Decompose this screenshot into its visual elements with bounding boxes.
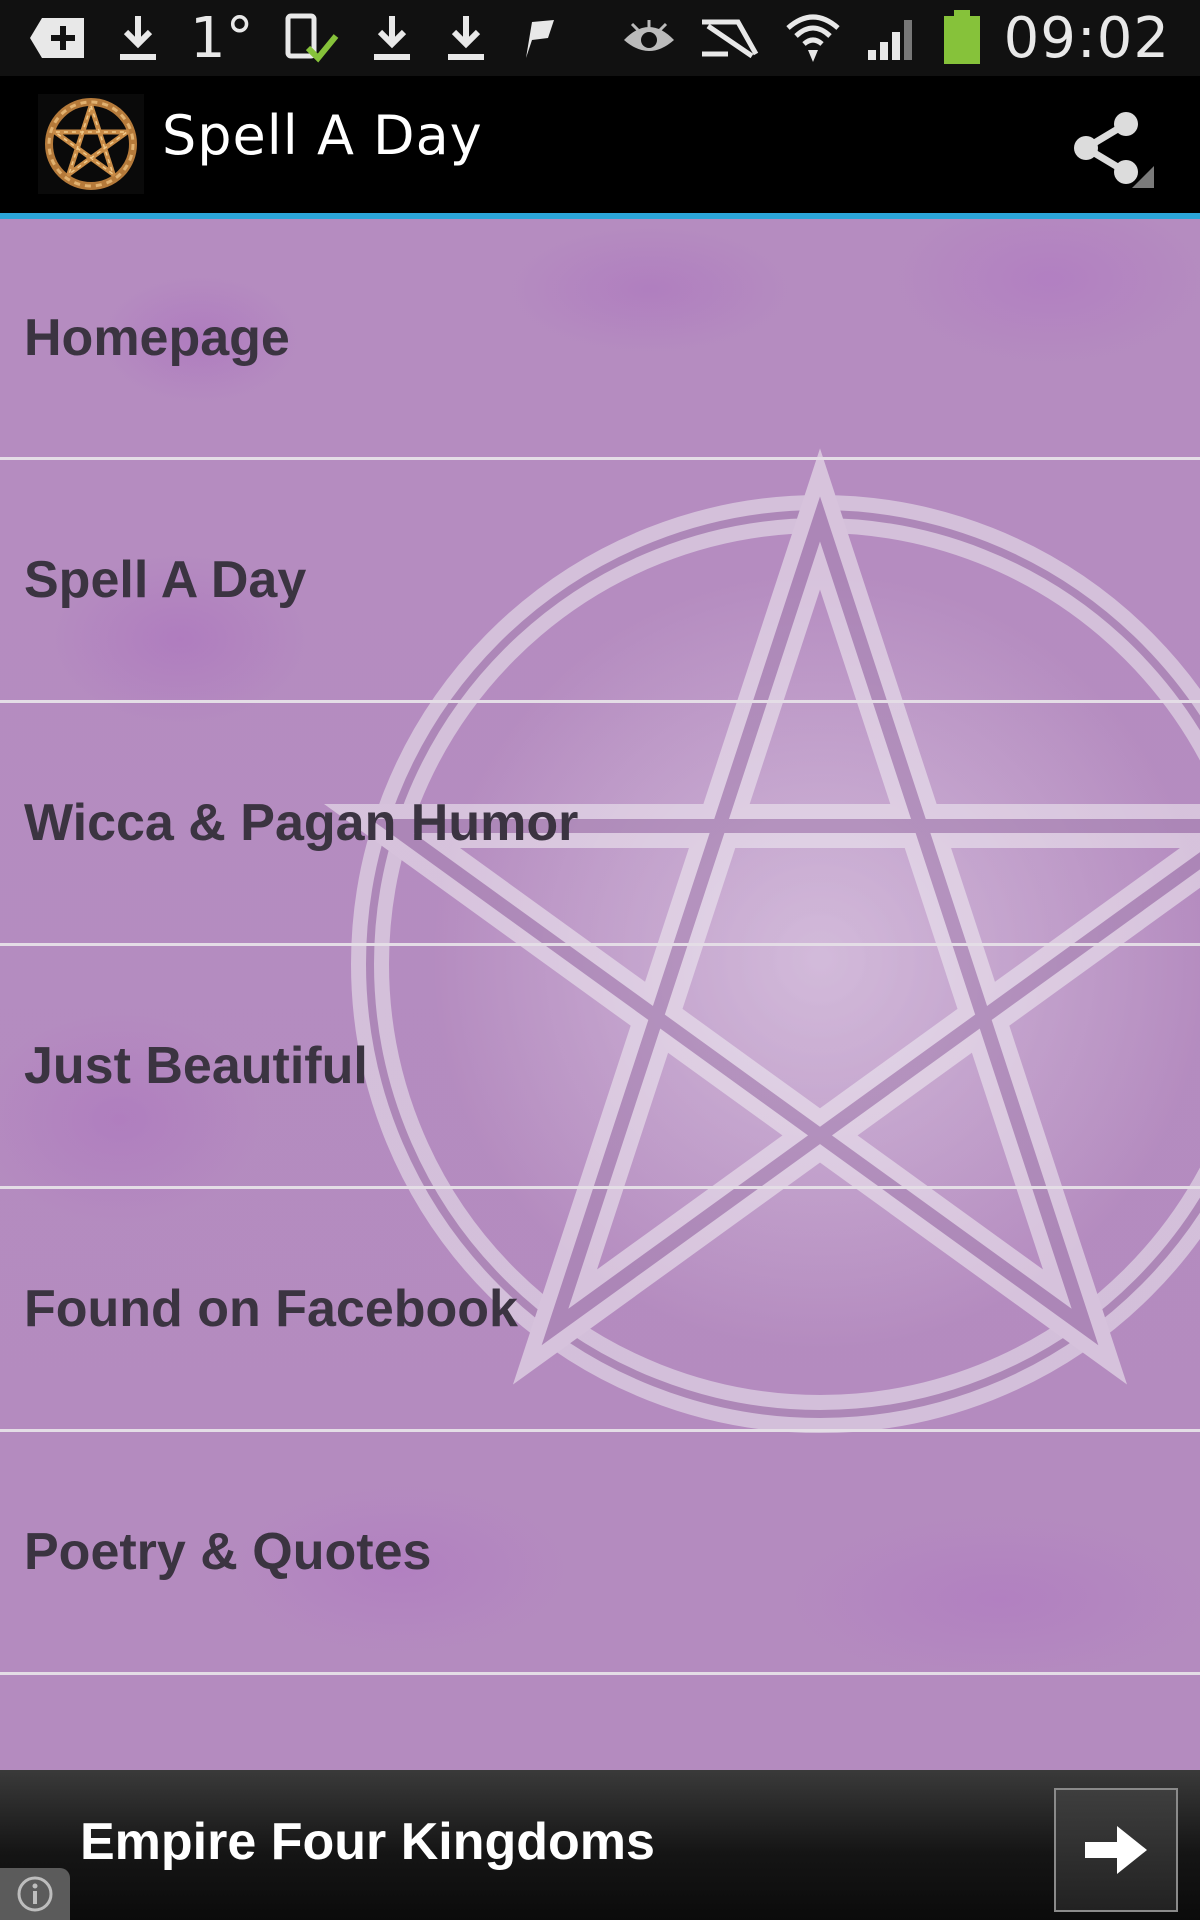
menu-background: Homepage Spell A Day Wicca & Pagan Humor…	[0, 219, 1200, 1770]
menu-item-spell-a-day[interactable]: Spell A Day	[0, 460, 1200, 703]
menu-item-homepage[interactable]: Homepage	[0, 219, 1200, 460]
eye-icon	[622, 10, 676, 66]
menu-item-just-beautiful[interactable]: Just Beautiful	[0, 946, 1200, 1189]
menu-item-label: Wicca & Pagan Humor	[24, 794, 579, 852]
temperature-text: 1°	[190, 5, 254, 71]
ad-banner[interactable]: Empire Four Kingdoms	[0, 1770, 1200, 1920]
menu-item-label: Just Beautiful	[24, 1037, 368, 1095]
menu-item-poetry-quotes[interactable]: Poetry & Quotes	[0, 1432, 1200, 1675]
add-notification-icon	[30, 10, 86, 66]
pentacle-logo-icon[interactable]	[38, 94, 144, 194]
wifi-icon	[784, 10, 842, 66]
download-icon	[370, 10, 414, 66]
clock: 09:02	[1003, 5, 1170, 71]
signal-icon	[864, 10, 920, 66]
download-icon	[444, 10, 488, 66]
menu-item-wicca-pagan-humor[interactable]: Wicca & Pagan Humor	[0, 703, 1200, 946]
menu-item-label: Homepage	[24, 309, 290, 367]
menu-item-label: Spell A Day	[24, 551, 307, 609]
device-check-icon	[284, 10, 340, 66]
ad-text[interactable]: Empire Four Kingdoms	[80, 1812, 655, 1872]
info-icon	[17, 1876, 53, 1912]
ad-info-button[interactable]	[0, 1868, 70, 1920]
action-bar: Spell A Day	[0, 76, 1200, 213]
download-icon	[116, 10, 160, 66]
menu-item-label: Poetry & Quotes	[24, 1523, 432, 1581]
menu-item-found-on-facebook[interactable]: Found on Facebook	[0, 1189, 1200, 1432]
mute-icon	[698, 10, 762, 66]
share-icon	[1074, 112, 1154, 188]
arrow-right-icon	[1085, 1826, 1147, 1874]
menu-list: Homepage Spell A Day Wicca & Pagan Humor…	[0, 219, 1200, 1675]
flag-icon	[518, 10, 558, 66]
app-title: Spell A Day	[162, 104, 483, 167]
battery-icon	[942, 10, 982, 66]
menu-item-label: Found on Facebook	[24, 1280, 518, 1338]
ad-open-button[interactable]	[1054, 1788, 1178, 1912]
status-bar: 1° 09:02	[0, 0, 1200, 76]
share-button[interactable]	[1050, 90, 1160, 200]
